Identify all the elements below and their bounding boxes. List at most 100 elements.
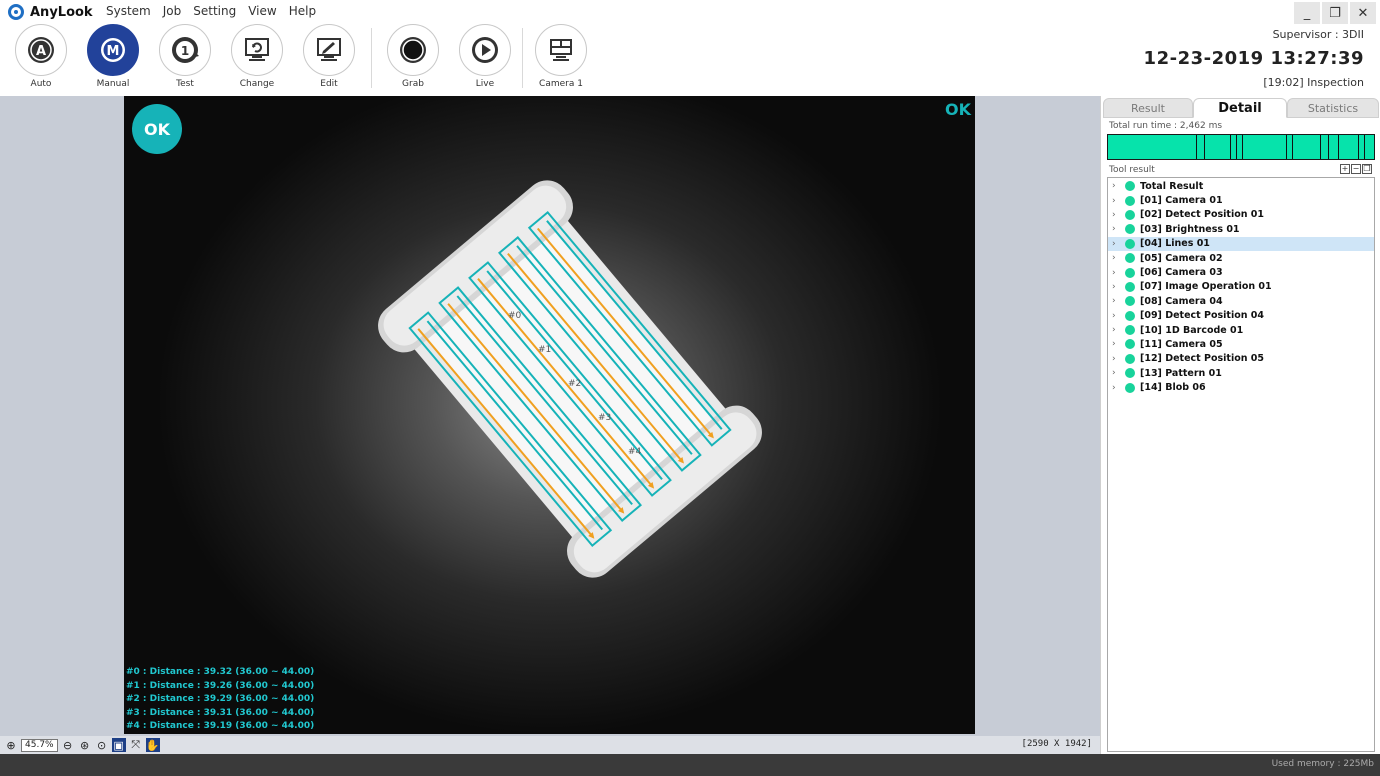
distance-line: #1 : Distance : 39.26 (36.00 ~ 44.00) (126, 680, 315, 691)
distance-line: #0 : Distance : 39.32 (36.00 ~ 44.00) (126, 667, 315, 677)
roi-label: #1 (538, 345, 551, 355)
roi-label: #4 (628, 447, 642, 457)
status-ok-icon (1125, 296, 1135, 307)
tree-item[interactable]: › [10] 1D Barcode 01 (1108, 323, 1374, 337)
result-ok-badge: OK (132, 104, 182, 154)
tree-item-label: [09] Detect Position 04 (1140, 310, 1265, 322)
menu-setting[interactable]: Setting (193, 4, 236, 18)
inspection-overlay: #0 #1 #2 #3 #4 (378, 180, 762, 578)
used-memory: Used memory : 225Mb (1271, 759, 1374, 769)
auto-button[interactable]: A Auto (14, 24, 68, 92)
timeline-tick (1204, 135, 1205, 159)
chevron-right-icon[interactable]: › (1112, 268, 1122, 278)
tree-item-label: [13] Pattern 01 (1140, 367, 1222, 379)
tree-item[interactable]: › [13] Pattern 01 (1108, 366, 1374, 380)
chevron-right-icon[interactable]: › (1112, 282, 1122, 292)
chevron-right-icon[interactable]: › (1112, 224, 1122, 234)
minimize-icon[interactable]: _ (1294, 2, 1320, 24)
menu-job[interactable]: Job (163, 4, 182, 18)
image-viewer[interactable]: #0 #1 #2 #3 #4 OK OK #0 : Distance : 39.32 (… (124, 96, 975, 734)
tree-item-label: [06] Camera 03 (1140, 267, 1223, 279)
fullscreen-icon[interactable]: ⤧ (129, 738, 143, 752)
chevron-right-icon[interactable]: › (1112, 368, 1122, 378)
live-button[interactable]: Live (458, 24, 512, 92)
tree-item-label: [10] 1D Barcode 01 (1140, 324, 1244, 336)
menu-view[interactable]: View (248, 4, 276, 18)
distance-line: #2 : Distance : 39.29 (36.00 ~ 44.00) (126, 694, 315, 704)
chevron-right-icon[interactable]: › (1112, 311, 1122, 321)
tree-item[interactable]: › [12] Detect Position 05 (1108, 352, 1374, 366)
chevron-right-icon[interactable]: › (1112, 181, 1122, 191)
supervisor-label: Supervisor : 3DII (1272, 28, 1364, 41)
grab-button[interactable]: Grab (386, 24, 440, 92)
top-bar: AnyLook System Job Setting View Help A A… (0, 0, 1380, 96)
toolbar-separator (371, 28, 372, 88)
tree-item[interactable]: › [05] Camera 02 (1108, 251, 1374, 265)
test-icon: 1 (159, 24, 211, 76)
edit-button[interactable]: Edit (302, 24, 356, 92)
tree-item[interactable]: › [03] Brightness 01 (1108, 222, 1374, 236)
total-run-time: Total run time : 2,462 ms (1109, 121, 1223, 131)
tree-item-label: [08] Camera 04 (1140, 295, 1223, 307)
restore-icon[interactable]: ❐ (1322, 2, 1348, 24)
tree-item[interactable]: › Total Result (1108, 179, 1374, 193)
zoom-fit-icon[interactable]: ⊙ (95, 738, 109, 752)
tree-item[interactable]: › [08] Camera 04 (1108, 294, 1374, 308)
test-button[interactable]: 1 Test (158, 24, 212, 92)
timeline-tick (1292, 135, 1293, 159)
edit-icon (303, 24, 355, 76)
collapse-all-icon[interactable]: − (1351, 164, 1361, 174)
chevron-right-icon[interactable]: › (1112, 354, 1122, 364)
timeline-tick (1242, 135, 1243, 159)
tree-item[interactable]: › [07] Image Operation 01 (1108, 280, 1374, 294)
tab-result[interactable]: Result (1103, 98, 1193, 118)
fit-window-icon[interactable]: ▣ (111, 738, 126, 752)
zoom-level-field[interactable]: 45.7% (21, 738, 58, 752)
tree-item[interactable]: › [04] Lines 01 (1108, 236, 1374, 251)
chevron-right-icon[interactable]: › (1112, 296, 1122, 306)
timeline-tick (1230, 135, 1231, 159)
tree-item[interactable]: › [11] Camera 05 (1108, 337, 1374, 351)
close-icon[interactable]: ✕ (1350, 2, 1376, 24)
chevron-right-icon[interactable]: › (1112, 253, 1122, 263)
status-ok-icon (1125, 253, 1135, 264)
menu-system[interactable]: System (106, 4, 151, 18)
change-label: Change (239, 79, 275, 89)
tree-item[interactable]: › [06] Camera 03 (1108, 265, 1374, 279)
chevron-right-icon[interactable]: › (1112, 383, 1122, 393)
timeline-tick (1286, 135, 1287, 159)
change-button[interactable]: Change (230, 24, 284, 92)
tree-item[interactable]: › [02] Detect Position 01 (1108, 208, 1374, 222)
chevron-right-icon[interactable]: › (1112, 210, 1122, 220)
tab-detail[interactable]: Detail (1193, 98, 1287, 118)
timeline-tick (1236, 135, 1237, 159)
live-play-icon (459, 24, 511, 76)
status-ok-icon (1125, 339, 1135, 350)
menu-bar: System Job Setting View Help (106, 4, 316, 18)
status-ok-icon (1125, 281, 1135, 292)
status-bar: Used memory : 225Mb (0, 754, 1380, 776)
pan-hand-icon[interactable]: ✋ (145, 738, 160, 752)
zoom-out-icon[interactable]: ⊖ (61, 738, 75, 752)
chevron-right-icon[interactable]: › (1112, 196, 1122, 206)
tree-item[interactable]: › [14] Blob 06 (1108, 380, 1374, 394)
chevron-right-icon[interactable]: › (1112, 239, 1122, 249)
status-ok-icon (1125, 181, 1135, 192)
window-controls: _ ❐ ✕ (1294, 2, 1376, 24)
menu-help[interactable]: Help (289, 4, 316, 18)
tree-item[interactable]: › [09] Detect Position 04 (1108, 309, 1374, 323)
edit-label: Edit (320, 79, 338, 89)
zoom-options-icon[interactable]: ⊛ (78, 738, 92, 752)
tree-item-label: [02] Detect Position 01 (1140, 209, 1265, 221)
zoom-in-icon[interactable]: ⊕ (4, 738, 18, 752)
chevron-right-icon[interactable]: › (1112, 325, 1122, 335)
expand-all-icon[interactable]: + (1340, 164, 1350, 174)
tree-item[interactable]: › [01] Camera 01 (1108, 193, 1374, 207)
status-ok-icon (1125, 382, 1135, 393)
tab-statistics[interactable]: Statistics (1287, 98, 1379, 118)
copy-tree-icon[interactable]: ❐ (1362, 164, 1372, 174)
manual-button[interactable]: M Manual (86, 24, 140, 92)
camera-1-button[interactable]: Camera 1 (534, 24, 588, 92)
chevron-right-icon[interactable]: › (1112, 339, 1122, 349)
roi-label: #3 (598, 413, 611, 423)
